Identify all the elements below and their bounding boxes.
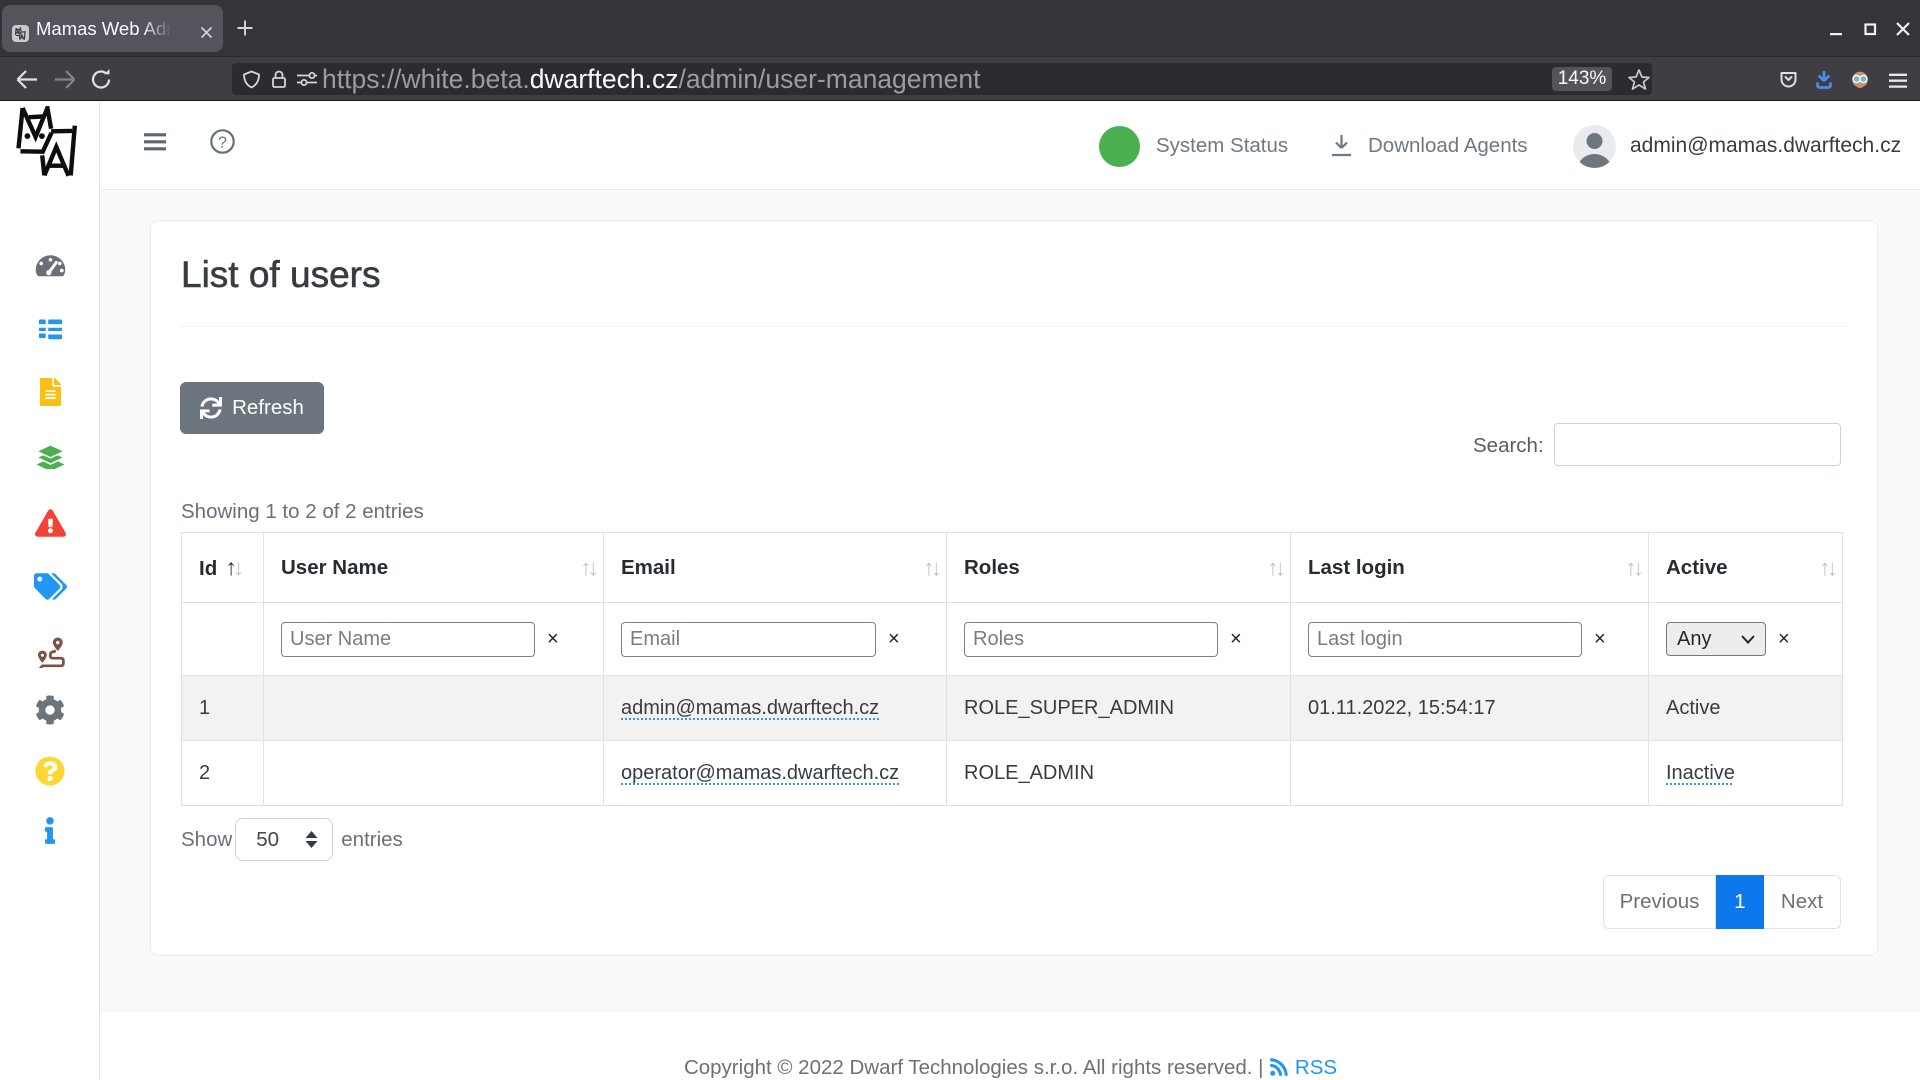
svg-text:?: ? <box>218 135 227 152</box>
